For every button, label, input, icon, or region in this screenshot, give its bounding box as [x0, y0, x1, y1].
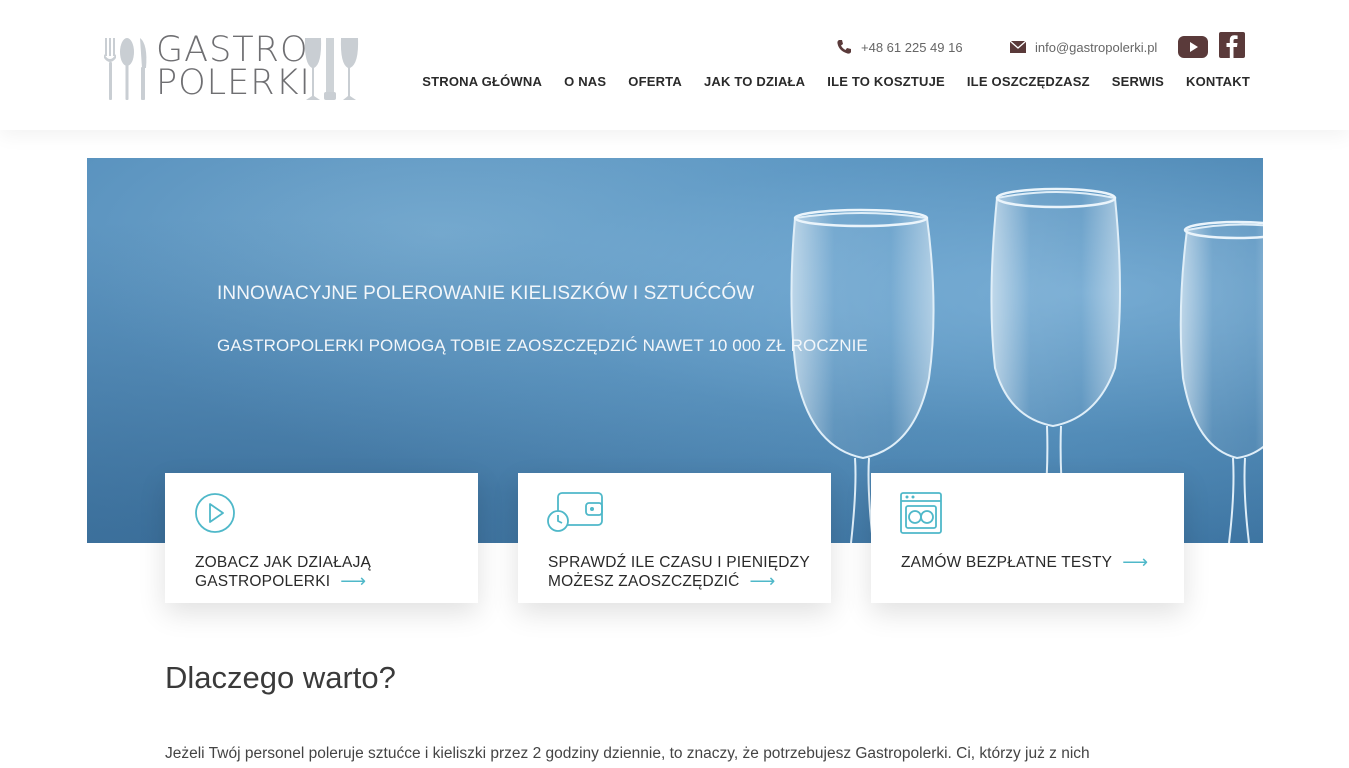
nav-item-service[interactable]: SERWIS [1101, 73, 1175, 91]
card-label: ZAMÓW BEZPŁATNE TESTY ⟶ [901, 553, 1148, 572]
nav-item-contact[interactable]: KONTAKT [1175, 73, 1250, 91]
arrow-right-icon: ⟶ [749, 571, 776, 591]
play-icon [195, 493, 235, 533]
hero-subtitle: GASTROPOLERKI POMOGĄ TOBIE ZAOSZCZĘDZIĆ … [217, 336, 868, 355]
logo-line-2: POLERKI [156, 63, 311, 103]
facebook-icon[interactable] [1219, 32, 1245, 58]
logo-text: GASTRO POLERKI [156, 33, 311, 103]
phone-number: +48 61 225 49 16 [861, 39, 963, 55]
main-nav: STRONA GŁÓWNA O NAS OFERTA JAK TO DZIAŁA… [411, 73, 1250, 91]
nav-item-savings[interactable]: ILE OSZCZĘDZASZ [956, 73, 1101, 91]
card-line-1: ZOBACZ JAK DZIAŁAJĄ [195, 554, 372, 571]
nav-item-how-it-works[interactable]: JAK TO DZIAŁA [693, 73, 816, 91]
card-label: SPRAWDŹ ILE CZASU I PIENIĘDZY MOŻESZ ZAO… [548, 553, 810, 591]
email-address: info@gastropolerki.pl [1035, 39, 1158, 55]
nav-item-home[interactable]: STRONA GŁÓWNA [411, 73, 553, 91]
hero-title: INNOWACYJNE POLEROWANIE KIELISZKÓW I SZT… [217, 283, 755, 304]
contact-phone[interactable]: +48 61 225 49 16 [836, 32, 963, 62]
mail-icon [1010, 41, 1026, 53]
section-body: Jeżeli Twój personel poleruje sztućce i … [165, 745, 1090, 762]
youtube-icon[interactable] [1178, 36, 1208, 60]
site-header: GASTRO POLERKI +48 61 225 49 16 info@gas… [0, 0, 1349, 130]
arrow-right-icon: ⟶ [340, 571, 367, 591]
nav-item-about[interactable]: O NAS [553, 73, 617, 91]
arrow-right-icon: ⟶ [1122, 552, 1149, 572]
social-links [1178, 32, 1245, 60]
nav-item-offer[interactable]: OFERTA [617, 73, 693, 91]
card-line-1: ZAMÓW BEZPŁATNE TESTY [901, 554, 1113, 571]
card-savings-calculator[interactable]: SPRAWDŹ ILE CZASU I PIENIĘDZY MOŻESZ ZAO… [518, 473, 831, 603]
card-line-2: GASTROPOLERKI [195, 573, 331, 590]
phone-icon [837, 40, 851, 54]
card-line-2: MOŻESZ ZAOSZCZĘDZIĆ [548, 573, 740, 590]
wallet-clock-icon [547, 492, 603, 532]
card-label: ZOBACZ JAK DZIAŁAJĄ GASTROPOLERKI ⟶ [195, 553, 371, 591]
card-free-test[interactable]: ZAMÓW BEZPŁATNE TESTY ⟶ [871, 473, 1184, 603]
card-how-it-works[interactable]: ZOBACZ JAK DZIAŁAJĄ GASTROPOLERKI ⟶ [165, 473, 478, 603]
dishwasher-icon [900, 492, 942, 534]
nav-item-pricing[interactable]: ILE TO KOSZTUJE [816, 73, 956, 91]
section-title: Dlaczego warto? [165, 660, 396, 695]
site-logo[interactable]: GASTRO POLERKI [100, 33, 362, 104]
contact-email[interactable]: info@gastropolerki.pl [1010, 32, 1157, 62]
card-line-1: SPRAWDŹ ILE CZASU I PIENIĘDZY [548, 554, 810, 571]
